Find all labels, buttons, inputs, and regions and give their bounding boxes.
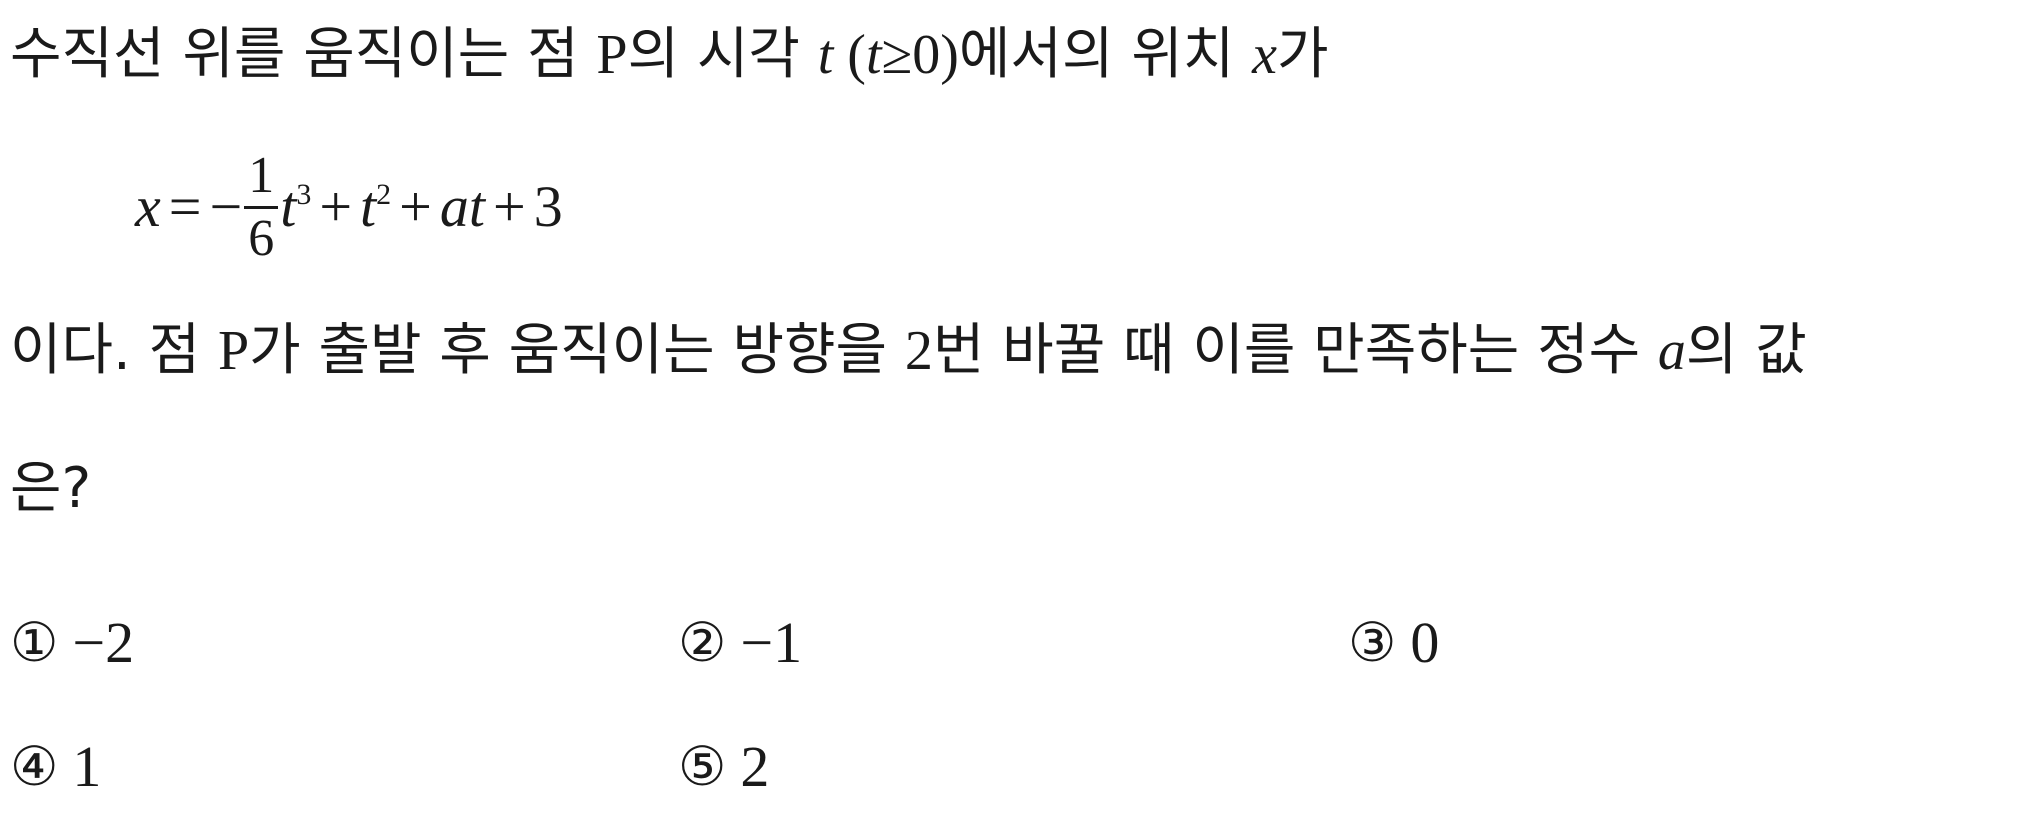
choice-number-icon: ④: [10, 735, 59, 798]
problem-text: 은?: [10, 456, 92, 521]
math-plus: +: [493, 174, 526, 239]
math-number: 2: [904, 320, 933, 382]
choice-number-icon: ②: [678, 611, 727, 674]
answer-choice-4[interactable]: ④ 1: [10, 738, 101, 796]
math-variable-x: x: [135, 174, 161, 239]
answer-choice-1[interactable]: ① −2: [10, 614, 134, 672]
problem-text: 수직선 위를 움직이는 점: [10, 22, 597, 87]
choice-value: 0: [1410, 610, 1440, 675]
math-paren-close: ): [940, 24, 959, 86]
answer-choice-3[interactable]: ③ 0: [1348, 614, 1439, 672]
fraction-numerator: 1: [248, 146, 275, 204]
answer-choice-2[interactable]: ② −1: [678, 614, 802, 672]
choice-number-icon: ①: [10, 611, 59, 674]
math-plus: +: [319, 174, 353, 239]
math-variable-a: a: [1657, 320, 1686, 382]
choice-value: 2: [740, 734, 770, 799]
math-minus: −: [209, 174, 243, 239]
math-variable-t: t: [360, 174, 377, 239]
problem-line-3: 이다. 점 P가 출발 후 움직이는 방향을 2번 바꿀 때 이를 만족하는 정…: [10, 320, 1807, 382]
math-variable-t: t: [468, 174, 485, 239]
math-variable-t: t: [817, 24, 834, 86]
problem-text: 가 출발 후 움직이는 방향을: [249, 318, 905, 383]
math-variable-a: a: [439, 174, 469, 239]
problem-text: 이다. 점: [10, 318, 218, 383]
problem-text: 의 시각: [627, 22, 818, 87]
math-number: 0: [912, 24, 941, 86]
choice-value: −1: [740, 610, 803, 675]
answer-choice-5[interactable]: ⑤ 2: [678, 738, 769, 796]
math-exponent: 3: [296, 178, 312, 211]
problem-text: 의 값: [1685, 318, 1807, 383]
math-constant: 3: [533, 174, 563, 239]
problem-text: 가: [1276, 22, 1329, 87]
point-label: P: [596, 24, 628, 86]
math-exponent: 2: [376, 178, 392, 211]
math-equals: =: [168, 174, 202, 239]
problem-line-1: 수직선 위를 움직이는 점 P의 시각 t (t≥0)에서의 위치 x가: [10, 24, 1329, 86]
problem-line-4: 은?: [10, 461, 91, 517]
math-plus: +: [399, 174, 432, 239]
math-paren-open: (: [833, 24, 866, 86]
choice-value: −2: [72, 610, 135, 675]
position-equation: x = − 1 6 t3 + t2 + at + 3: [135, 142, 563, 272]
math-variable-t: t: [865, 24, 882, 86]
fraction-denominator: 6: [248, 209, 275, 267]
math-variable-x: x: [1252, 24, 1277, 86]
math-geq-symbol: ≥: [881, 24, 913, 86]
point-label: P: [217, 320, 250, 382]
choice-value: 1: [72, 734, 102, 799]
math-variable-t: t: [280, 174, 297, 239]
problem-text: 에서의 위치: [958, 22, 1253, 87]
problem-text: 번 바꿀 때 이를 만족하는 정수: [932, 318, 1658, 383]
choice-number-icon: ⑤: [678, 735, 727, 798]
math-fraction: 1 6: [244, 146, 279, 267]
choice-number-icon: ③: [1348, 611, 1397, 674]
